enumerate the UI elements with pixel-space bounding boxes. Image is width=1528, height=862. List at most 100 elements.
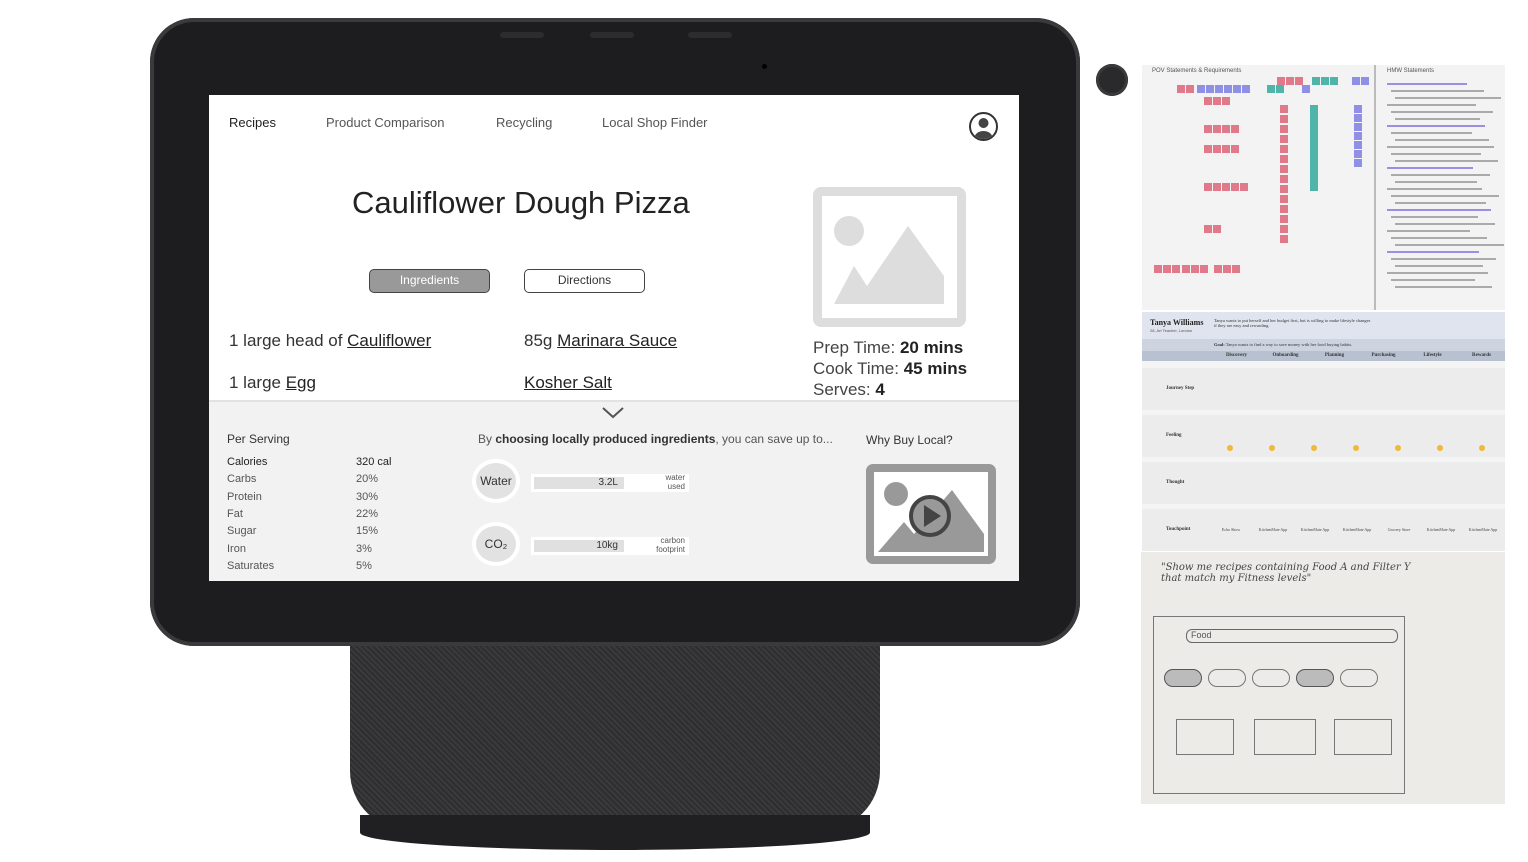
sticky-note: [1222, 183, 1230, 191]
emoji-icon: [1311, 445, 1317, 451]
sticky-note: [1277, 77, 1285, 85]
tab-ingredients[interactable]: Ingredients: [369, 269, 490, 293]
sticky-note: [1231, 145, 1239, 153]
text-line: [1391, 279, 1475, 281]
device-button: [500, 32, 544, 38]
row-label: Journey Step: [1166, 386, 1195, 391]
sticky-note: [1232, 265, 1240, 273]
device-button: [688, 32, 732, 38]
sticky-note: [1197, 85, 1205, 93]
chevron-down-icon[interactable]: [601, 406, 625, 425]
sticky-note: [1354, 132, 1362, 140]
sticky-note: [1280, 165, 1288, 173]
sticky-note: [1280, 115, 1288, 123]
sticky-note: [1280, 195, 1288, 203]
nutrition-label: Carbs: [227, 473, 257, 486]
text-line: [1395, 244, 1504, 246]
nav-recycling[interactable]: Recycling: [496, 115, 552, 130]
sticky-note: [1310, 183, 1318, 191]
nutrition-value: 320 cal: [356, 456, 392, 468]
nutrition-value: 3%: [356, 542, 372, 555]
nav-recipes[interactable]: Recipes: [229, 115, 276, 130]
stage-label: Purchasing: [1371, 353, 1396, 358]
cook-time: Cook Time: 45 mins: [813, 359, 968, 378]
stage-label: Discovery: [1225, 353, 1248, 358]
text-line: [1395, 265, 1483, 267]
sticky-note: [1354, 123, 1362, 131]
emoji-icon: [1437, 445, 1443, 451]
text-line: [1391, 237, 1487, 239]
ingredient-link[interactable]: Marinara Sauce: [557, 331, 677, 350]
ingredient-item: Kosher Salt: [524, 373, 612, 393]
sticky-note: [1280, 155, 1288, 163]
device-base: [360, 815, 870, 850]
nutrition-value: 22%: [356, 507, 379, 520]
journey-row: [1142, 415, 1505, 457]
ingredient-link[interactable]: Kosher Salt: [524, 373, 612, 392]
water-bar: 3.2L water used: [531, 473, 689, 492]
ingredient-link[interactable]: Egg: [286, 373, 316, 392]
pov-board-image: POV Statements & Requirements HMW Statem…: [1142, 65, 1505, 310]
sticky-note: [1231, 125, 1239, 133]
info-panel: Per Serving Calories 320 cal Carbs 20% Prote…: [209, 400, 1019, 581]
text-line: [1391, 132, 1472, 134]
touchpoint-label: KitchenMate App: [1258, 527, 1288, 532]
sketch-image: "Show me recipes containing Food A and F…: [1141, 552, 1505, 804]
sticky-note: [1242, 85, 1250, 93]
sticky-note: [1215, 85, 1223, 93]
ingredient-item: 85g Marinara Sauce: [524, 331, 678, 350]
text-line: [1387, 188, 1482, 190]
sticky-note: [1224, 85, 1232, 93]
nav-product-comparison[interactable]: Product Comparison: [326, 115, 445, 130]
nutrition-label: Iron: [227, 542, 246, 555]
text-line: [1387, 104, 1476, 106]
sticky-note: [1330, 77, 1338, 85]
nutrition-label: Protein: [227, 490, 262, 503]
nav-local-shop-finder[interactable]: Local Shop Finder: [602, 115, 708, 130]
sticky-note: [1186, 85, 1194, 93]
text-line: [1391, 153, 1481, 155]
text-line: [1387, 125, 1485, 127]
touchpoint-label: KitchenMate App: [1300, 527, 1330, 532]
journey-row: [1142, 462, 1505, 504]
touchpoint-label: Grocery Store: [1387, 527, 1411, 532]
device-screen: Recipes Product Comparison Recycling Loc…: [209, 95, 1019, 581]
sticky-note: [1276, 85, 1284, 93]
sticky-note: [1280, 185, 1288, 193]
text-line: [1395, 97, 1501, 99]
stage-label: Onboarding: [1272, 353, 1299, 358]
text-line: [1395, 286, 1492, 288]
prep-time: Prep Time: 20 mins: [813, 338, 964, 357]
sticky-note: [1204, 125, 1212, 133]
nutrition-label: Sugar: [227, 525, 257, 538]
emoji-icon: [1227, 445, 1233, 451]
sticky-note: [1361, 77, 1369, 85]
sticky-note: [1280, 125, 1288, 133]
user-circle-icon[interactable]: [969, 112, 998, 141]
sticky-note: [1312, 77, 1320, 85]
nutrition-label: Saturates: [227, 559, 275, 572]
image-placeholder-icon: [813, 187, 966, 327]
persona-header: Tanya Williams 28, Art Teacher, London T…: [1142, 312, 1505, 339]
stage-label: Rewards: [1472, 353, 1491, 358]
sticky-note: [1233, 85, 1241, 93]
co2-badge: CO₂: [472, 522, 520, 566]
text-line: [1391, 216, 1478, 218]
text-line: [1395, 160, 1498, 162]
touchpoint-label: KitchenMate App: [1342, 527, 1372, 532]
tab-directions[interactable]: Directions: [524, 269, 645, 293]
sticky-note: [1321, 77, 1329, 85]
ingredient-link[interactable]: Cauliflower: [347, 331, 431, 350]
nutrition-value: 5%: [356, 559, 372, 572]
text-line: [1395, 181, 1477, 183]
text-line: [1387, 83, 1467, 85]
sticky-note: [1280, 175, 1288, 183]
sticky-note: [1354, 141, 1362, 149]
sticky-note: [1213, 97, 1221, 105]
sticky-note: [1213, 125, 1221, 133]
text-line: [1391, 174, 1490, 176]
row-label: Touchpoint: [1166, 527, 1191, 532]
video-play-icon[interactable]: [866, 464, 996, 564]
text-line: [1387, 209, 1491, 211]
sticky-note: [1206, 85, 1214, 93]
